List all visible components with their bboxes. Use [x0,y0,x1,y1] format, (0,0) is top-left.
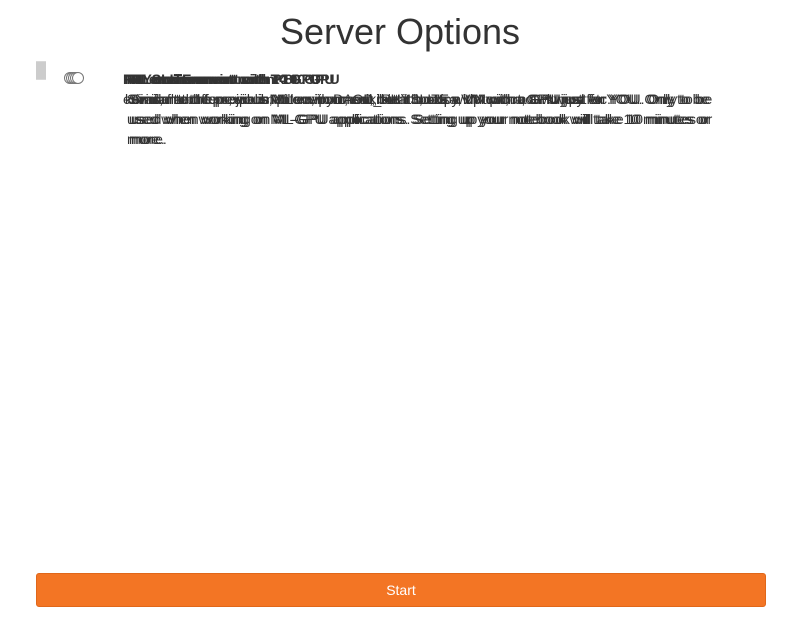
start-button[interactable]: Start [36,573,766,607]
option-ml-k80-gpu[interactable]: ML environment with K80 GPU Similar to t… [44,61,712,147]
page-title: Server Options [279,11,521,52]
option-text: ML environment with K80 GPU Similar to t… [131,69,741,149]
radio-ml-k80-gpu[interactable] [72,72,84,84]
server-options-page: Server Options PHYSLITE environment envi… [0,0,792,632]
option-name: ML environment with K80 GPU [131,71,335,87]
server-options-list: PHYSLITE environment environment for exp… [36,61,766,147]
option-description: Similar to the previous ML environment, … [131,91,713,147]
